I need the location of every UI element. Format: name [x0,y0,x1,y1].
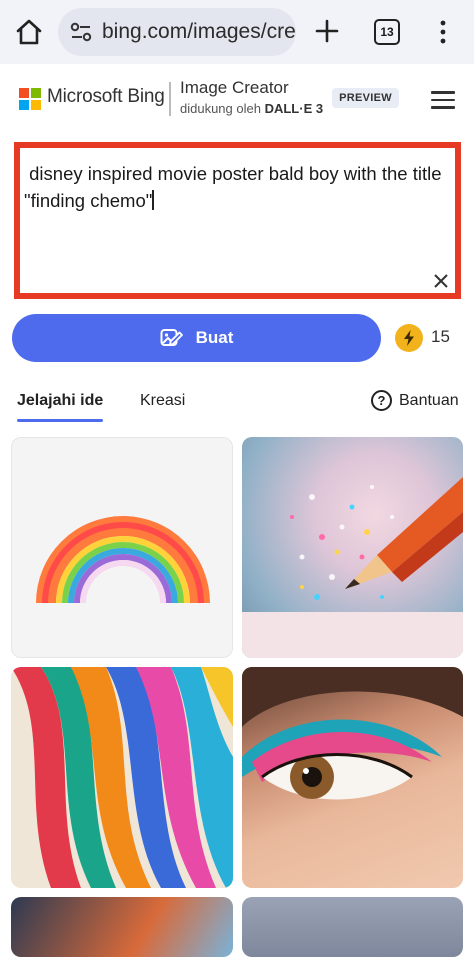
microsoft-logo-icon[interactable] [19,88,41,110]
tab-switcher-button[interactable]: 13 [374,19,400,45]
hamburger-menu-icon[interactable] [431,91,455,109]
powered-by-model: DALL·E 3 [264,101,324,116]
address-bar[interactable]: bing.com/images/create [58,8,296,56]
boost-icon[interactable] [395,324,423,352]
brand-name[interactable]: Microsoft Bing [47,86,165,108]
prompt-text: disney inspired movie poster bald boy wi… [24,160,444,214]
lightning-icon [404,330,414,346]
image-create-icon [160,329,183,346]
active-tab-indicator [17,419,103,422]
ribbons-illustration [11,667,233,888]
create-button[interactable]: Buat [12,314,381,362]
feather-image[interactable] [11,897,233,957]
home-icon[interactable] [14,18,44,46]
splash-image[interactable] [242,897,463,957]
powered-by: didukung oleh DALL·E 3 [180,101,323,116]
product-title[interactable]: Image Creator [180,78,289,98]
eye-illustration [242,667,463,800]
eye-makeup-image[interactable] [242,667,463,888]
tab-creations[interactable]: Kreasi [140,392,185,410]
site-settings-icon[interactable] [68,19,94,45]
pencil-illustration [242,477,463,658]
colorful-ribbons-image[interactable] [11,667,233,888]
colored-pencil-glitter-image[interactable] [242,437,463,658]
rainbow-illustration [36,516,210,603]
tab-count: 13 [380,25,394,39]
more-vert-icon[interactable] [436,18,450,46]
tab-bar: Jelajahi ide Kreasi ? Bantuan [0,380,474,424]
new-tab-icon[interactable] [312,16,342,46]
text-caret [152,190,154,210]
rainbow-paper-image[interactable] [11,437,233,658]
boost-count: 15 [431,327,450,346]
url-text: bing.com/images/create [102,20,296,43]
clear-prompt-icon[interactable] [431,271,451,291]
browser-toolbar: bing.com/images/create 13 [0,0,474,64]
site-header: Microsoft Bing Image Creator didukung ol… [0,64,474,134]
powered-by-prefix: didukung oleh [180,101,261,116]
help-button[interactable]: ? Bantuan [371,390,459,411]
header-divider [169,82,171,116]
prompt-value: disney inspired movie poster bald boy wi… [24,163,442,211]
tab-explore-ideas[interactable]: Jelajahi ide [17,392,103,410]
preview-badge: PREVIEW [332,88,399,108]
prompt-textarea[interactable]: disney inspired movie poster bald boy wi… [14,142,461,299]
create-button-label: Buat [195,328,234,347]
help-icon: ? [371,390,392,411]
help-label: Bantuan [399,391,459,409]
